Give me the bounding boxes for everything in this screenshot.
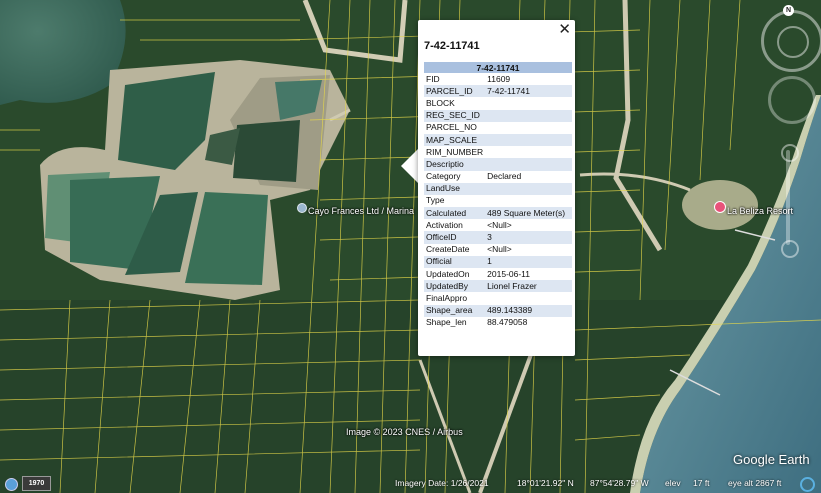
attribute-value: 88.479058 (487, 317, 528, 328)
attribute-row: OfficeID 3 (424, 231, 572, 244)
attribute-row: FID 11609 (424, 73, 572, 85)
attribute-value (485, 158, 572, 171)
elevation-label: elev (665, 478, 681, 488)
historical-imagery-icon[interactable] (5, 478, 18, 491)
attribute-key: Official (424, 255, 486, 268)
attribute-value: Declared (487, 171, 522, 182)
attribute-row: Descriptio (424, 158, 572, 171)
attribute-row: Calculated 489 Square Meter(s) (424, 207, 572, 220)
attribute-row: PARCEL_ID 7-42-11741 (424, 85, 572, 98)
attribute-row: Category Declared (424, 171, 572, 183)
attribute-key: Shape_area (424, 304, 486, 317)
marina-pin-icon[interactable] (297, 203, 307, 213)
attribute-table: 7-42-11741 FID 11609 PARCEL_ID 7-42-11741 BL… (424, 62, 572, 329)
streetview-person-icon[interactable] (800, 477, 815, 492)
imagery-date: Imagery Date: 1/26/2021 (395, 478, 489, 488)
attribute-value: 11609 (487, 73, 511, 84)
attribute-key: Calculated (424, 207, 486, 220)
attribute-value: Lionel Frazer (485, 280, 572, 293)
attribute-row: Type (424, 195, 572, 207)
attribute-value (485, 292, 572, 304)
attribute-value (485, 122, 572, 134)
attribute-value: 3 (485, 231, 572, 244)
attribute-value (485, 146, 572, 158)
elevation-value: 17 ft (693, 478, 710, 488)
attribute-key: PARCEL_NO (426, 122, 477, 133)
resort-pin-icon[interactable] (714, 201, 726, 213)
image-credit: Image © 2023 CNES / Airbus (346, 427, 463, 437)
attribute-row: PARCEL_NO (424, 122, 572, 134)
attribute-row: UpdatedBy Lionel Frazer (424, 280, 572, 293)
attribute-value: <Null> (487, 219, 512, 230)
attribute-key: BLOCK (426, 97, 455, 108)
attribute-row: Official 1 (424, 255, 572, 268)
attribute-value: 2015-06-11 (487, 268, 531, 279)
latitude-readout: 18°01'21.92" N (517, 478, 574, 488)
attribute-value (485, 182, 572, 195)
attribute-key: OfficeID (424, 231, 486, 244)
attribute-row: BLOCK (424, 97, 572, 109)
attribute-row: CreateDate <Null> (424, 244, 572, 256)
attribute-value (485, 195, 572, 207)
attribute-value: 489.143389 (485, 304, 572, 317)
attribute-value (485, 109, 572, 122)
attribute-key: REG_SEC_ID (424, 109, 486, 122)
attribute-value: 1 (485, 255, 572, 268)
attribute-key: Shape_len (426, 317, 467, 328)
attribute-row: REG_SEC_ID (424, 109, 572, 122)
timeline-year[interactable]: 1970 (22, 476, 51, 491)
attribute-value: 7-42-11741 (485, 85, 572, 98)
attribute-row: Activation <Null> (424, 219, 572, 231)
attribute-row: UpdatedOn 2015-06-11 (424, 268, 572, 280)
compass-center[interactable] (777, 26, 809, 58)
attribute-key: UpdatedOn (426, 268, 470, 279)
attribute-key: FinalAppro (426, 292, 468, 303)
attribute-key: Type (426, 195, 445, 206)
look-joystick[interactable] (768, 76, 816, 124)
north-indicator-icon[interactable]: N (783, 5, 794, 16)
popup-title: 7-42-11741 (424, 40, 480, 52)
attribute-key: MAP_SCALE (424, 133, 486, 147)
attribute-key: Activation (426, 219, 463, 230)
longitude-readout: 87°54'28.79" W (590, 478, 649, 488)
close-icon[interactable]: ✕ (558, 20, 571, 38)
attribute-key: FID (426, 73, 440, 84)
attribute-value (485, 133, 572, 147)
attribute-key: PARCEL_ID (424, 85, 486, 98)
attribute-row: FinalAppro (424, 292, 572, 304)
attribute-key: UpdatedBy (424, 280, 486, 293)
attribute-key: LandUse (424, 182, 486, 195)
zoom-slider[interactable] (786, 150, 790, 245)
attribute-value (485, 97, 572, 109)
attribute-key: RIM_NUMBER (426, 146, 484, 157)
google-earth-logo: Google Earth (733, 452, 810, 467)
attribute-value: <Null> (487, 244, 512, 255)
attribute-value: 489 Square Meter(s) (485, 207, 572, 220)
resort-label[interactable]: La Beliza Resort (727, 206, 793, 216)
attribute-key: CreateDate (426, 244, 470, 255)
eye-altitude: eye alt 2867 ft (728, 478, 782, 488)
popup-pointer (401, 148, 419, 184)
attribute-table-header: 7-42-11741 (424, 62, 572, 73)
parcel-info-popup: ✕ 7-42-11741 7-42-11741 FID 11609 PARCEL_I… (418, 20, 575, 356)
marina-label[interactable]: Cayo Frances Ltd / Marina (308, 206, 414, 216)
satellite-map[interactable] (0, 0, 821, 493)
attribute-row: Shape_area 489.143389 (424, 304, 572, 317)
attribute-row: MAP_SCALE (424, 133, 572, 147)
attribute-row: LandUse (424, 182, 572, 195)
attribute-key: Descriptio (424, 158, 486, 171)
attribute-row: RIM_NUMBER (424, 146, 572, 158)
attribute-row: Shape_len 88.479058 (424, 317, 572, 329)
zoom-out-icon[interactable] (781, 240, 799, 258)
zoom-in-icon[interactable] (781, 144, 799, 162)
attribute-key: Category (426, 171, 461, 182)
